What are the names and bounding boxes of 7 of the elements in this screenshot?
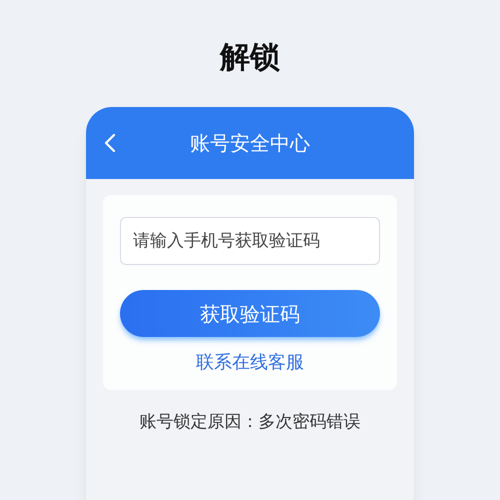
lock-reason-text: 账号锁定原因：多次密码错误	[140, 411, 360, 434]
get-code-button[interactable]: 获取验证码	[120, 290, 380, 337]
header-title: 账号安全中心	[190, 130, 310, 157]
contact-support-link[interactable]: 联系在线客服	[196, 349, 304, 376]
back-icon[interactable]	[104, 133, 116, 153]
page-title: 解锁	[220, 39, 280, 77]
phone-input-field[interactable]: 请输入手机号获取验证码	[120, 217, 380, 265]
